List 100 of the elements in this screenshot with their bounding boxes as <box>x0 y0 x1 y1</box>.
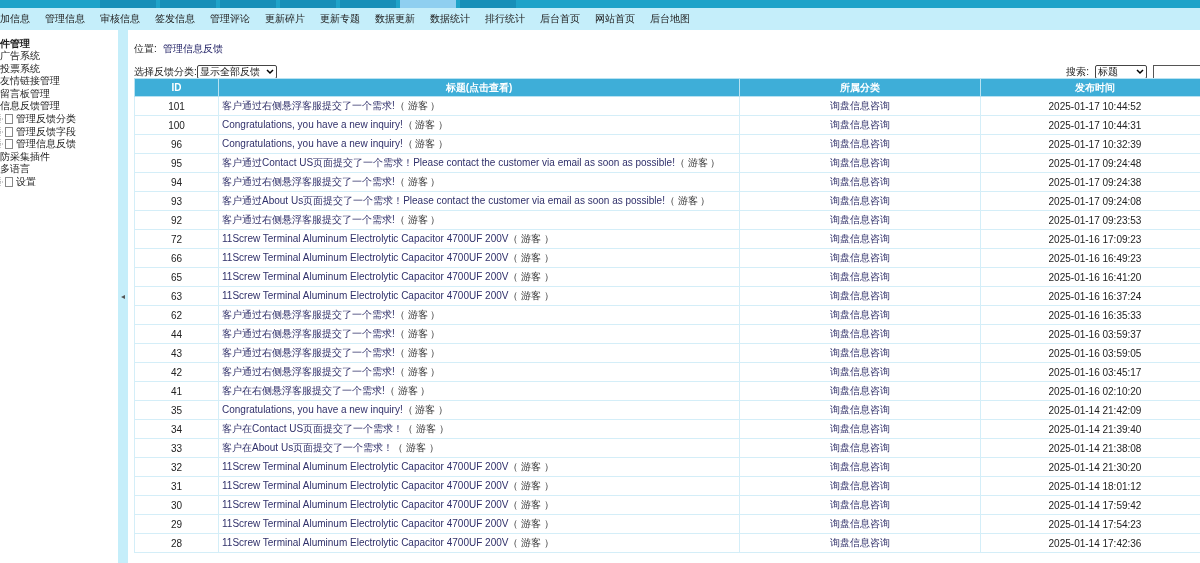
category-link[interactable]: 询盘信息咨询 <box>830 138 890 149</box>
category-link[interactable]: 询盘信息咨询 <box>830 537 890 548</box>
category-link[interactable]: 询盘信息咨询 <box>830 385 890 396</box>
title-link[interactable]: Congratulations, you have a new inquiry! <box>222 404 403 415</box>
breadcrumb-link[interactable]: 管理信息反馈 <box>162 42 223 56</box>
top-tab[interactable] <box>280 0 336 8</box>
category-link[interactable]: 询盘信息咨询 <box>830 423 890 434</box>
sidebar-item[interactable]: 管理反馈分类 <box>16 112 76 126</box>
menu-link[interactable]: 审核信息 <box>100 12 140 26</box>
title-link[interactable]: 11Screw Terminal Aluminum Electrolytic Capacitor 4700UF 200V <box>222 537 509 548</box>
author-text: （ 游客 ） <box>402 119 449 130</box>
menu-link[interactable]: 数据更新 <box>375 12 415 26</box>
title-link[interactable]: 11Screw Terminal Aluminum Electrolytic Capacitor 4700UF 200V <box>222 461 509 472</box>
menu-link[interactable]: 签发信息 <box>155 12 195 26</box>
sidebar-item[interactable]: 友情链接管理 <box>0 75 118 88</box>
menu-link[interactable]: 数据统计 <box>430 12 470 26</box>
sidebar-item[interactable]: 投票系统 <box>0 62 118 76</box>
title-link[interactable]: 11Screw Terminal Aluminum Electrolytic Capacitor 4700UF 200V <box>222 252 509 263</box>
category-link[interactable]: 询盘信息咨询 <box>830 347 890 358</box>
title-link[interactable]: 客户通过右侧悬浮客服提交了一个需求! <box>222 347 395 358</box>
title-link[interactable]: 客户通过右侧悬浮客服提交了一个需求! <box>222 328 395 339</box>
title-link[interactable]: 客户通过About Us页面提交了一个需求！Please contact the customer via email as soon as possible! <box>222 195 665 206</box>
top-tab[interactable] <box>160 0 216 8</box>
menu-link[interactable]: 后台地图 <box>650 12 690 26</box>
category-link[interactable]: 询盘信息咨询 <box>830 461 890 472</box>
category-select[interactable]: 显示全部反馈 <box>196 65 277 79</box>
author-text: （ 游客 ） <box>403 423 449 434</box>
top-tab[interactable] <box>340 0 396 8</box>
sidebar-item[interactable]: 留言板管理 <box>0 87 118 101</box>
menu-link[interactable]: 更新专题 <box>320 12 360 26</box>
table-cell: 35 <box>134 400 219 420</box>
table-cell: 94 <box>134 172 219 192</box>
category-link[interactable]: 询盘信息咨询 <box>830 176 890 187</box>
author-text: （ 游客 ） <box>394 214 441 225</box>
table-cell: 95 <box>134 153 219 173</box>
category-link[interactable]: 询盘信息咨询 <box>830 442 890 453</box>
category-link[interactable]: 询盘信息咨询 <box>830 366 890 377</box>
category-link[interactable]: 询盘信息咨询 <box>830 290 890 301</box>
title-link[interactable]: 客户通过右侧悬浮客服提交了一个需求! <box>222 176 395 187</box>
top-tab[interactable] <box>460 0 516 8</box>
title-link[interactable]: 客户通过Contact US页面提交了一个需求！Please contact the customer via email as soon as possible! <box>222 157 675 168</box>
menu-link[interactable]: 更新碎片 <box>265 12 305 26</box>
category-link[interactable]: 询盘信息咨询 <box>830 518 890 529</box>
title-link[interactable]: Congratulations, you have a new inquiry! <box>222 138 403 149</box>
menu-link[interactable]: 加信息 <box>0 12 30 26</box>
title-link[interactable]: 11Screw Terminal Aluminum Electrolytic Capacitor 4700UF 200V <box>222 480 509 491</box>
category-link[interactable]: 询盘信息咨询 <box>830 499 890 510</box>
sidebar-splitter[interactable]: ◂ <box>118 30 128 563</box>
menu-link[interactable]: 网站首页 <box>595 12 635 26</box>
sidebar-item[interactable]: 设置 <box>16 175 36 189</box>
category-link[interactable]: 询盘信息咨询 <box>830 480 890 491</box>
top-tab[interactable] <box>220 0 276 8</box>
category-link[interactable]: 询盘信息咨询 <box>830 195 890 206</box>
sidebar-item[interactable]: 管理信息反馈 <box>16 138 76 151</box>
title-link[interactable]: 11Screw Terminal Aluminum Electrolytic Capacitor 4700UF 200V <box>222 518 509 529</box>
category-link[interactable]: 询盘信息咨询 <box>830 404 890 415</box>
category-link[interactable]: 询盘信息咨询 <box>830 214 890 225</box>
category-link[interactable]: 询盘信息咨询 <box>830 328 890 339</box>
table-cell: 100 <box>134 115 219 135</box>
author-text: （ 游客 ） <box>508 499 554 510</box>
top-tab[interactable] <box>100 0 156 8</box>
title-link[interactable]: 客户通过右侧悬浮客服提交了一个需求! <box>222 100 395 111</box>
title-link[interactable]: 客户通过右侧悬浮客服提交了一个需求! <box>222 214 395 225</box>
title-link[interactable]: Congratulations, you have a new inquiry! <box>222 119 403 130</box>
category-link[interactable]: 询盘信息咨询 <box>830 119 890 130</box>
title-link[interactable]: 11Screw Terminal Aluminum Electrolytic Capacitor 4700UF 200V <box>222 233 509 244</box>
table-cell: 43 <box>134 343 219 363</box>
title-link[interactable]: 客户在About Us页面提交了一个需求！ <box>222 442 394 453</box>
table-cell: 30 <box>134 495 219 515</box>
title-link[interactable]: 11Screw Terminal Aluminum Electrolytic Capacitor 4700UF 200V <box>222 271 509 282</box>
sidebar-item[interactable]: 管理反馈字段 <box>16 125 76 139</box>
category-link[interactable]: 询盘信息咨询 <box>830 271 890 282</box>
category-link[interactable]: 询盘信息咨询 <box>830 233 890 244</box>
sidebar-item[interactable]: 广告系统 <box>0 50 118 63</box>
collapse-arrow[interactable]: ◂ <box>121 292 125 301</box>
category-link[interactable]: 询盘信息咨询 <box>830 309 890 320</box>
sidebar-item[interactable]: 防采集插件 <box>0 150 118 164</box>
top-tab[interactable] <box>400 0 456 8</box>
sidebar-item[interactable]: 多语言 <box>0 163 118 176</box>
title-link[interactable]: 11Screw Terminal Aluminum Electrolytic Capacitor 4700UF 200V <box>222 499 509 510</box>
menu-link[interactable]: 管理信息 <box>45 12 85 26</box>
menu-link[interactable]: 管理评论 <box>210 12 250 26</box>
filter-label: 选择反馈分类: <box>134 65 197 79</box>
category-link[interactable]: 询盘信息咨询 <box>830 157 890 168</box>
search-field[interactable] <box>1153 65 1200 79</box>
title-link[interactable]: 客户在Contact US页面提交了一个需求！ <box>222 423 404 434</box>
search-field-select[interactable]: 标题 <box>1095 65 1147 79</box>
title-link[interactable]: 客户通过右侧悬浮客服提交了一个需求! <box>222 309 395 320</box>
menu-link[interactable]: 排行统计 <box>485 12 525 26</box>
table-cell: 66 <box>134 248 219 268</box>
sidebar-item[interactable]: 信息反馈管理 <box>0 100 118 113</box>
category-link[interactable]: 询盘信息咨询 <box>830 252 890 263</box>
table-cell: 29 <box>134 514 219 534</box>
title-link[interactable]: 客户通过右侧悬浮客服提交了一个需求! <box>222 366 395 377</box>
author-text: （ 游客 ） <box>394 328 441 339</box>
category-link[interactable]: 询盘信息咨询 <box>830 100 890 111</box>
menu-link[interactable]: 后台首页 <box>540 12 580 26</box>
title-link[interactable]: 客户在右侧悬浮客服提交了一个需求! <box>222 385 385 396</box>
author-text: （ 游客 ） <box>508 537 554 548</box>
title-link[interactable]: 11Screw Terminal Aluminum Electrolytic Capacitor 4700UF 200V <box>222 290 509 301</box>
